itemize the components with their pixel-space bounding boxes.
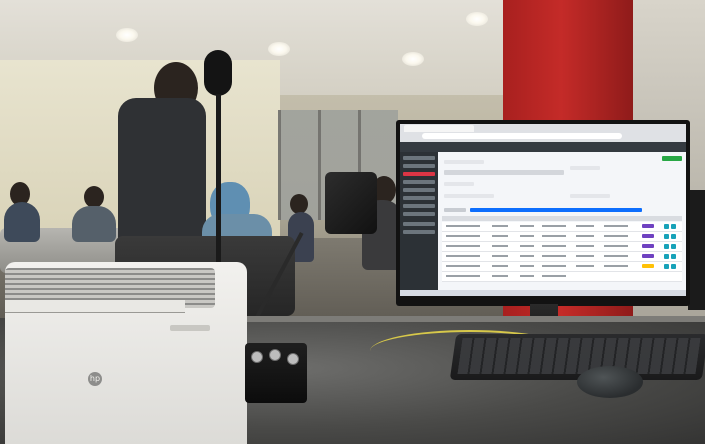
sidebar-item (403, 164, 435, 168)
filter-select (444, 208, 466, 212)
monitor-screen (400, 124, 686, 296)
app-sidebar (400, 152, 438, 296)
ceiling-light (402, 52, 424, 66)
keyboard-keys (457, 338, 701, 374)
sidebar-item (403, 180, 435, 184)
ceiling-light (466, 12, 488, 26)
search-bar (470, 208, 642, 212)
sidebar-item (403, 230, 435, 234)
os-taskbar (400, 290, 686, 296)
form-field (444, 170, 564, 175)
table-header (442, 216, 682, 221)
sidebar-item (403, 204, 435, 208)
printer-paper (5, 300, 185, 313)
form-field (444, 194, 494, 198)
table-row (442, 242, 682, 252)
sidebar-item (403, 156, 435, 160)
printer-brand-logo: hp (88, 372, 102, 386)
knob (287, 353, 299, 365)
mouse-icon (577, 366, 643, 398)
sidebar-item-active (403, 172, 435, 176)
sidebar-item (403, 188, 435, 192)
table-row (442, 222, 682, 232)
browser-tab (404, 125, 474, 132)
url-bar (422, 133, 622, 139)
printer-label (170, 325, 210, 331)
photo-scene: hp (0, 0, 705, 444)
knob (251, 351, 263, 363)
table-row (442, 262, 682, 272)
control-box (245, 343, 307, 403)
form-label (570, 166, 600, 170)
sidebar-item (403, 212, 435, 216)
sidebar-item (403, 196, 435, 200)
counter-edge (230, 316, 705, 322)
table-row (442, 232, 682, 242)
sidebar-item (403, 222, 435, 226)
knob (269, 349, 281, 361)
form-label (444, 182, 474, 186)
app-topbar (400, 142, 686, 152)
ceiling-light (268, 42, 290, 56)
add-button (662, 156, 682, 161)
side-device (688, 190, 705, 310)
speaker-icon (325, 172, 377, 234)
browser-toolbar (400, 124, 686, 142)
microphone-icon (204, 50, 232, 96)
table-row (442, 252, 682, 262)
ceiling-light (116, 28, 138, 42)
form-field (570, 194, 610, 198)
table-row (442, 272, 682, 282)
form-label (444, 160, 484, 164)
